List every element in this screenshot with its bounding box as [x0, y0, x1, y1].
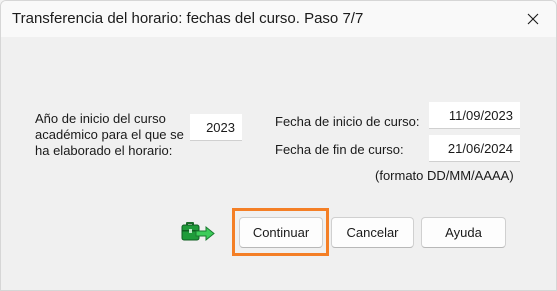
- title-bar: Transferencia del horario: fechas del cu…: [1, 1, 556, 37]
- close-button[interactable]: [510, 1, 556, 37]
- close-icon: [527, 13, 539, 25]
- course-year-label: Año de inicio del curso académico para e…: [35, 111, 185, 159]
- end-date-input[interactable]: [429, 135, 520, 162]
- date-format-hint: (formato DD/MM/AAAA): [375, 168, 514, 183]
- dialog-title: Transferencia del horario: fechas del cu…: [12, 10, 364, 27]
- start-date-label: Fecha de inicio de curso:: [275, 114, 420, 129]
- start-date-input[interactable]: [429, 102, 520, 129]
- continue-button[interactable]: Continuar: [239, 217, 323, 248]
- course-year-label-line: Año de inicio del curso: [35, 111, 166, 126]
- course-year-input[interactable]: [190, 114, 242, 141]
- course-year-label-line: ha elaborado el horario:: [35, 143, 173, 158]
- dialog-window: Transferencia del horario: fechas del cu…: [0, 0, 557, 291]
- green-briefcase-arrow-icon: [181, 217, 215, 243]
- end-date-label: Fecha de fin de curso:: [275, 142, 404, 157]
- course-year-label-line: académico para el que se: [35, 127, 184, 142]
- help-button[interactable]: Ayuda: [421, 217, 506, 248]
- cancel-button[interactable]: Cancelar: [331, 217, 414, 248]
